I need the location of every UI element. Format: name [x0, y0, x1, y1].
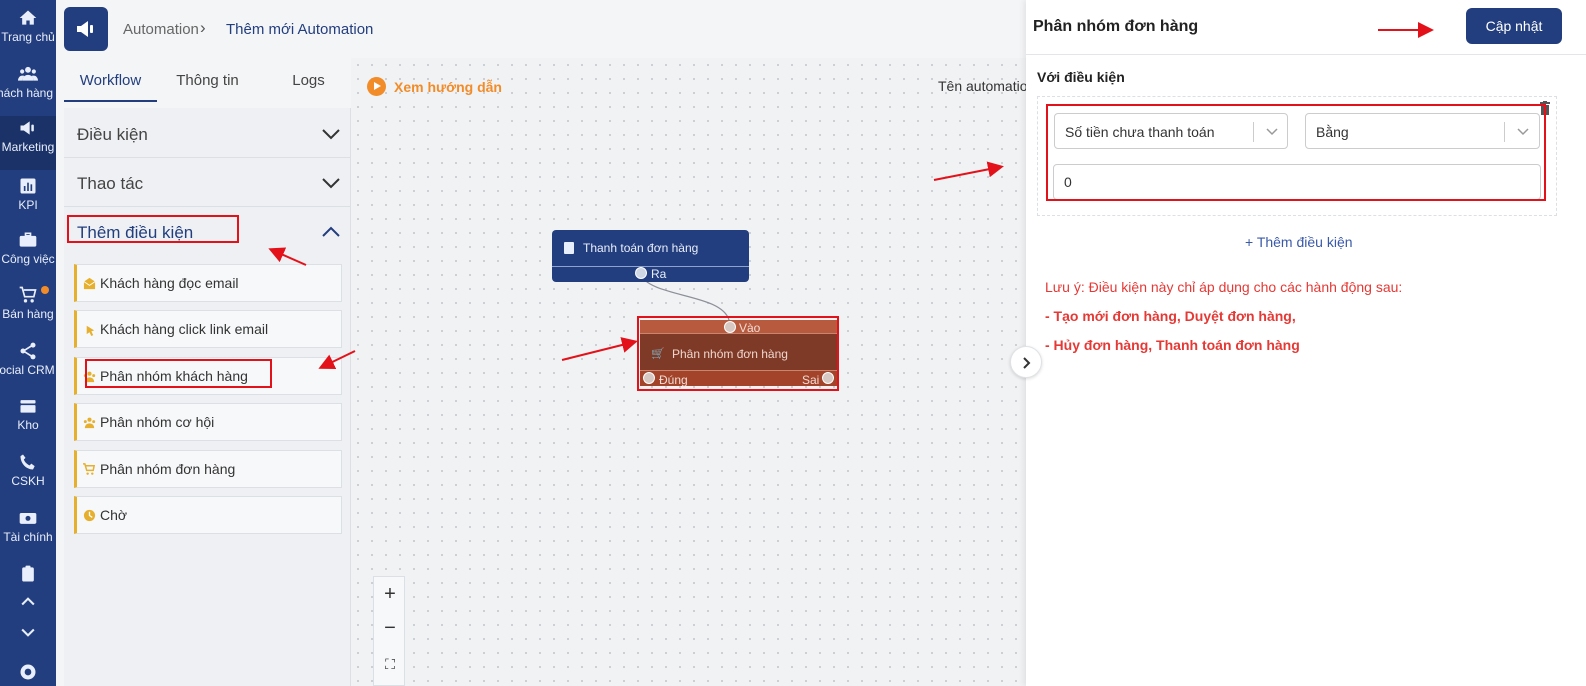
breadcrumb-current: Thêm mới Automation [226, 21, 374, 38]
clipboard-icon [22, 565, 34, 582]
component-panel: Điều kiện Thao tác Thêm điều kiện Khách … [64, 108, 351, 686]
highlight-box [85, 359, 272, 388]
zoom-controls: + − ⛶ [373, 576, 405, 686]
briefcase-icon [19, 232, 37, 247]
phone-icon [20, 454, 35, 470]
output-port[interactable] [635, 267, 647, 279]
chevron-down-icon [21, 628, 35, 637]
update-button[interactable]: Cập nhật [1466, 8, 1562, 44]
nav-item-social-crm[interactable]: Social CRM [0, 339, 56, 393]
megaphone-icon [20, 121, 34, 135]
node-trigger-payment[interactable]: Thanh toán đơn hàng Ra [552, 230, 749, 282]
chevron-up-icon [21, 597, 35, 606]
tab-logs[interactable]: Logs [262, 62, 355, 102]
chevron-right-icon [1023, 357, 1031, 369]
section-actions[interactable]: Thao tác [64, 159, 351, 207]
notification-dot [41, 286, 49, 294]
workflow-tabs: Workflow Thông tin Logs [64, 62, 350, 102]
nav-item-support[interactable] [0, 660, 56, 686]
chevron-down-icon [322, 129, 340, 140]
share-icon [20, 342, 36, 360]
zoom-in-button[interactable]: + [374, 577, 406, 611]
nav-item-customers[interactable]: Khách hàng [0, 62, 56, 116]
home-icon [19, 10, 37, 25]
list-item-click-email-link[interactable]: Khách hàng click link email [74, 310, 342, 348]
note-line: - Hủy đơn hàng, Thanh toán đơn hàng [1045, 337, 1300, 353]
nav-item-tasks[interactable]: Công việc [0, 228, 56, 282]
tab-info[interactable]: Thông tin [161, 62, 254, 102]
nav-item-warehouse[interactable]: Kho [0, 394, 56, 448]
document-icon [564, 242, 574, 254]
condition-title: Với điều kiện [1037, 69, 1125, 85]
envelope-icon [83, 277, 96, 290]
money-icon [19, 513, 37, 524]
highlight-box [1046, 104, 1546, 201]
list-item-segment-orders[interactable]: Phân nhóm đơn hàng [74, 450, 342, 488]
nav-rail: Trang chủ Khách hàng Marketing KPI Công … [0, 0, 56, 686]
warehouse-icon [20, 400, 36, 413]
drawer-title: Phân nhóm đơn hàng [1033, 18, 1199, 35]
chevron-up-icon [322, 226, 340, 237]
chart-icon [20, 178, 36, 194]
module-logo [64, 7, 108, 51]
cart-icon [19, 286, 37, 303]
page-header: Automation › Thêm mới Automation [56, 0, 1026, 58]
highlight-box [67, 215, 239, 243]
breadcrumb-root[interactable]: Automation [123, 21, 199, 38]
users-icon [18, 66, 38, 81]
breadcrumb-separator: › [200, 18, 206, 37]
nav-item-kpi[interactable]: KPI [0, 174, 56, 228]
list-item-segment-opportunities[interactable]: Phân nhóm cơ hội [74, 403, 342, 441]
nav-item-reports[interactable] [0, 562, 56, 592]
lifebuoy-icon [20, 664, 36, 680]
collapse-drawer-button[interactable] [1010, 346, 1042, 378]
section-conditions[interactable]: Điều kiện [64, 110, 351, 158]
fit-view-button[interactable]: ⛶ [374, 647, 406, 681]
highlight-box [637, 316, 839, 391]
zoom-out-button[interactable]: − [374, 611, 406, 645]
nav-item-marketing[interactable]: Marketing [0, 116, 56, 170]
nav-scroll-up[interactable] [0, 590, 56, 612]
nav-scroll-down[interactable] [0, 620, 56, 642]
note-line: - Tạo mới đơn hàng, Duyệt đơn hàng, [1045, 308, 1296, 324]
note-line: Lưu ý: Điều kiện này chỉ áp dụng cho các… [1045, 279, 1403, 295]
list-item-wait[interactable]: Chờ [74, 496, 342, 534]
chevron-down-icon [322, 178, 340, 189]
pointer-click-icon [86, 325, 95, 336]
list-item-read-email[interactable]: Khách hàng đọc email [74, 264, 342, 302]
users-icon [83, 417, 96, 429]
tab-workflow[interactable]: Workflow [64, 62, 157, 102]
nav-item-finance[interactable]: Tài chính [0, 506, 56, 560]
nav-item-home[interactable]: Trang chủ [0, 6, 56, 60]
cart-icon [83, 463, 96, 475]
add-condition-link[interactable]: + Thêm điều kiện [1245, 234, 1353, 250]
clock-icon [83, 509, 96, 522]
megaphone-icon [77, 21, 93, 37]
nav-item-customer-care[interactable]: CSKH [0, 450, 56, 504]
config-drawer: Phân nhóm đơn hàng Cập nhật Với điều kiệ… [1026, 0, 1586, 686]
